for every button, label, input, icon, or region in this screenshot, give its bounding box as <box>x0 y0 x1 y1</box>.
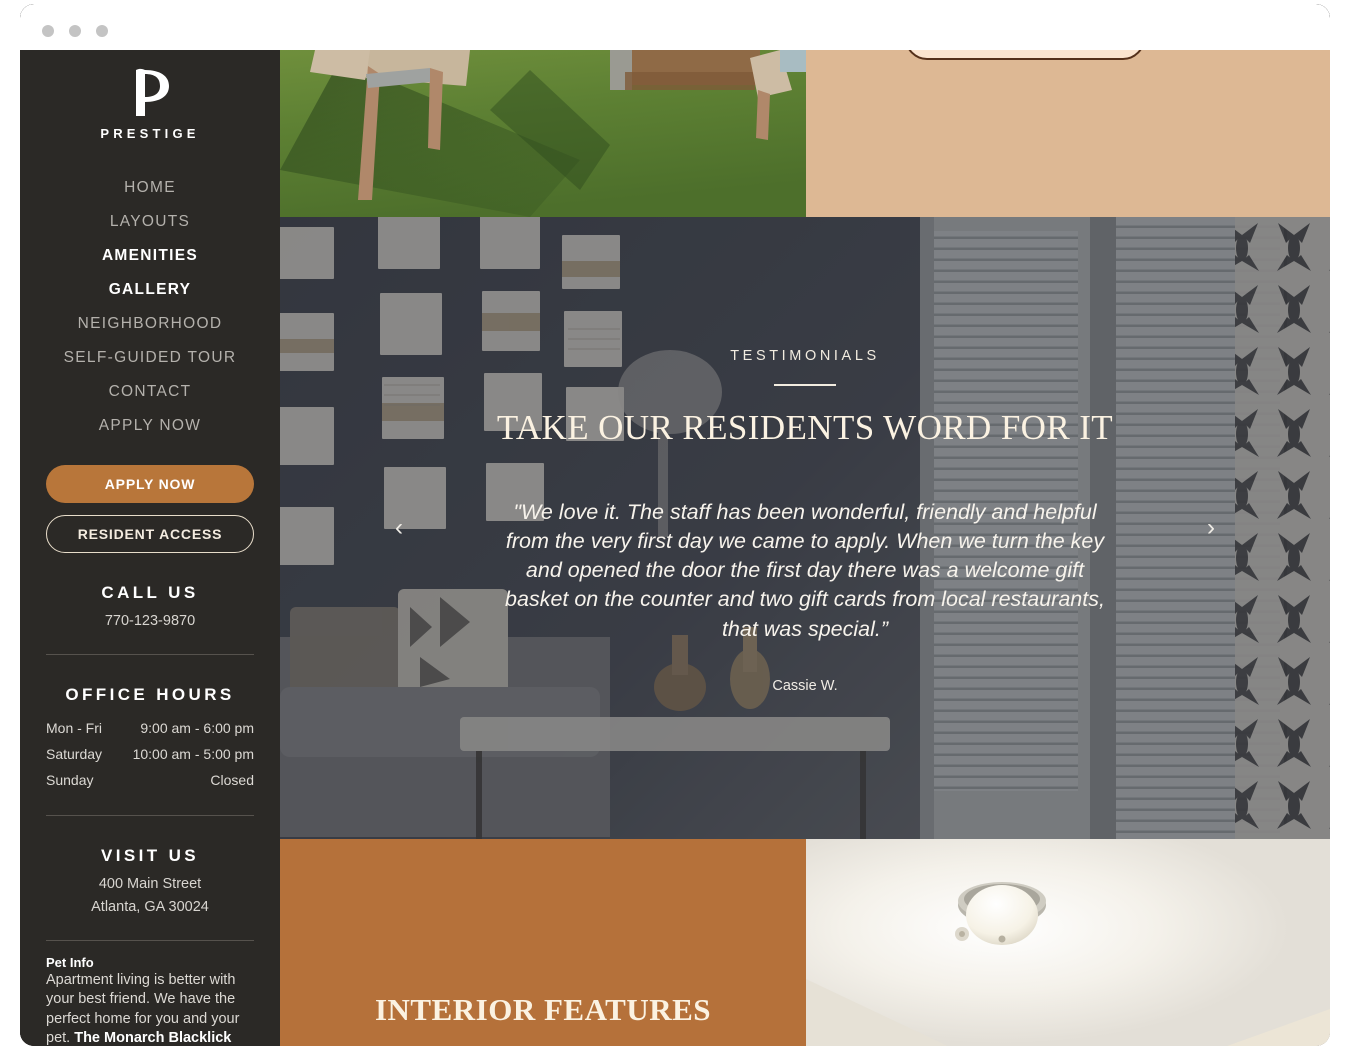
tan-panel-cutoff-button[interactable] <box>905 50 1145 60</box>
logo-wordmark: PRESTIGE <box>100 126 200 141</box>
nav-item-self-guided-tour[interactable]: SELF-GUIDED TOUR <box>46 341 254 375</box>
top-strip <box>280 50 1330 217</box>
main-navigation: HOME LAYOUTS AMENITIES GALLERY NEIGHBORH… <box>46 171 254 443</box>
office-hours-time: 10:00 am - 5:00 pm <box>132 746 254 763</box>
ceiling-light-graphic <box>806 839 1330 1046</box>
office-hours-row: Saturday 10:00 am - 5:00 pm <box>46 741 254 767</box>
tan-panel <box>806 50 1330 217</box>
carousel-prev-chevron-icon[interactable]: ‹ <box>385 510 413 546</box>
carousel-next-chevron-icon[interactable]: › <box>1197 510 1225 546</box>
testimonial-quote: "We love it. The staff has been wonderfu… <box>505 499 1105 641</box>
interior-features-panel: INTERIOR FEATURES <box>280 839 806 1046</box>
divider-above-office-hours <box>46 654 254 656</box>
call-us-phone[interactable]: 770-123-9870 <box>46 611 254 632</box>
office-hours-title: OFFICE HOURS <box>65 685 235 705</box>
maximize-window-icon[interactable] <box>96 25 108 37</box>
browser-window: PRESTIGE HOME LAYOUTS AMENITIES GALLERY … <box>20 4 1330 1046</box>
main-content: TESTIMONIALS TAKE OUR RESIDENTS WORD FOR… <box>280 50 1330 1046</box>
pet-info-heading: Pet Info <box>46 955 94 971</box>
visit-us-title: VISIT US <box>100 846 200 866</box>
heading-rule <box>774 384 836 386</box>
office-hours-day: Mon - Fri <box>46 720 102 737</box>
window-controls <box>42 25 108 37</box>
hero-content: TESTIMONIALS TAKE OUR RESIDENTS WORD FOR… <box>280 217 1330 839</box>
nav-item-neighborhood[interactable]: NEIGHBORHOOD <box>46 307 254 341</box>
testimonial-author: Cassie W. <box>772 677 838 694</box>
divider-above-visit-us <box>46 815 254 817</box>
lawn-photo-graphic <box>280 50 806 217</box>
divider-above-pet-info <box>46 940 254 942</box>
office-hours-time: 9:00 am - 6:00 pm <box>140 720 254 737</box>
office-hours-day: Sunday <box>46 772 94 789</box>
sidebar: PRESTIGE HOME LAYOUTS AMENITIES GALLERY … <box>20 50 280 1046</box>
site-logo[interactable]: PRESTIGE <box>46 50 254 141</box>
pet-info-body: Apartment living is better with your bes… <box>46 971 254 1046</box>
testimonials-eyebrow: TESTIMONIALS <box>730 348 880 364</box>
prestige-p-monogram-icon <box>136 68 169 116</box>
interior-features-title: INTERIOR FEATURES <box>374 992 712 1027</box>
office-hours-row: Sunday Closed <box>46 767 254 793</box>
visit-us-street: 400 Main Street <box>98 876 202 893</box>
nav-item-gallery[interactable]: GALLERY <box>46 273 254 307</box>
office-hours-time: Closed <box>210 772 254 789</box>
nav-item-amenities[interactable]: AMENITIES <box>46 239 254 273</box>
office-hours-day: Saturday <box>46 746 103 763</box>
pet-info-block: Pet Info Apartment living is better with… <box>46 955 254 1046</box>
page-viewport: PRESTIGE HOME LAYOUTS AMENITIES GALLERY … <box>20 50 1330 1046</box>
office-hours-row: Mon - Fri 9:00 am - 6:00 pm <box>46 715 254 741</box>
browser-chrome-bar <box>20 4 1330 54</box>
lawn-photo <box>280 50 806 217</box>
nav-item-contact[interactable]: CONTACT <box>46 375 254 409</box>
nav-item-home[interactable]: HOME <box>46 171 254 205</box>
call-us-title: CALL US <box>101 583 199 602</box>
minimize-window-icon[interactable] <box>69 25 81 37</box>
apply-now-button[interactable]: APPLY NOW <box>46 465 254 503</box>
resident-access-button[interactable]: RESIDENT ACCESS <box>46 515 254 553</box>
nav-item-layouts[interactable]: LAYOUTS <box>46 205 254 239</box>
testimonials-hero: TESTIMONIALS TAKE OUR RESIDENTS WORD FOR… <box>280 217 1330 839</box>
close-window-icon[interactable] <box>42 25 54 37</box>
pet-info-property-name: The Monarch Blacklick Creek <box>74 1029 232 1046</box>
nav-item-apply-now[interactable]: APPLY NOW <box>46 409 254 443</box>
ceiling-light-photo <box>806 839 1330 1046</box>
bottom-strip: INTERIOR FEATURES <box>280 839 1330 1046</box>
hero-heading: TAKE OUR RESIDENTS WORD FOR IT <box>496 407 1114 447</box>
visit-us-city: Atlanta, GA 30024 <box>91 899 209 916</box>
office-hours-list: Mon - Fri 9:00 am - 6:00 pm Saturday 10:… <box>46 715 254 793</box>
